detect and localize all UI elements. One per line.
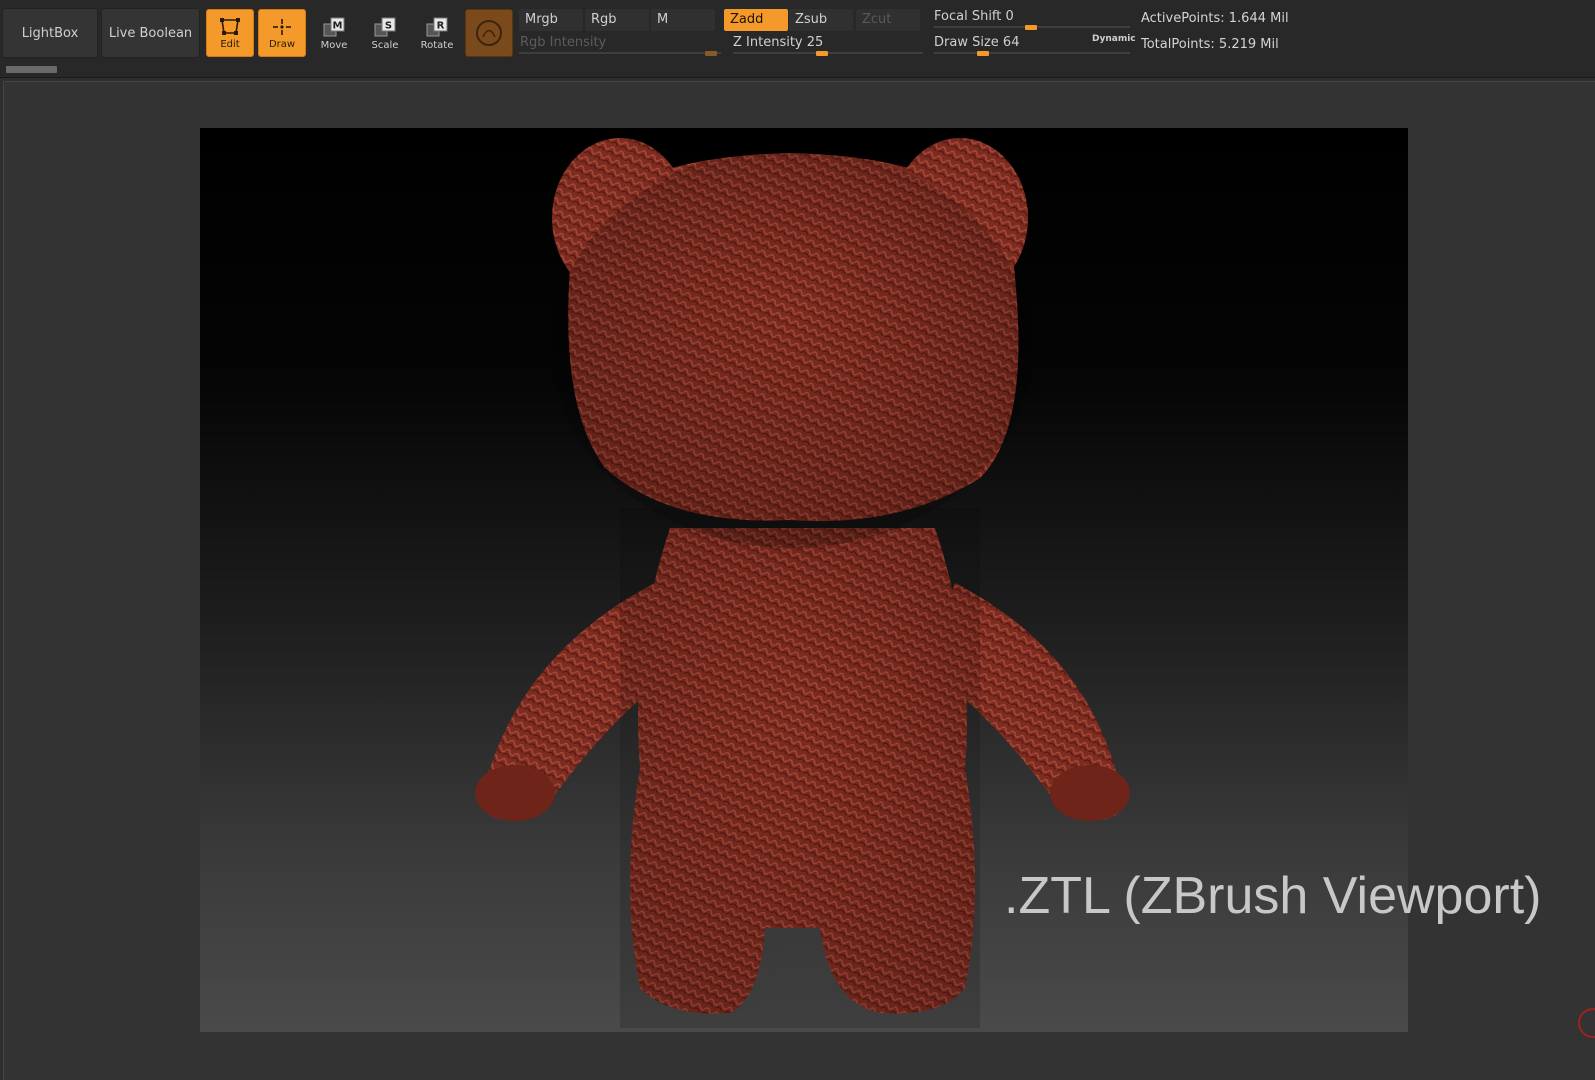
lightbox-label: LightBox (21, 25, 79, 41)
live-boolean-label: Live Boolean (108, 25, 193, 41)
zsub-button[interactable]: Zsub (789, 9, 853, 31)
focal-shift-value: 0 (1005, 9, 1014, 24)
material-sphere-icon (476, 20, 502, 46)
dynamic-toggle[interactable]: Dynamic (1092, 34, 1136, 44)
z-intensity-slider[interactable]: Z Intensity 25 (733, 34, 923, 56)
edit-icon (220, 17, 240, 35)
rotate-icon: R (426, 17, 448, 36)
rgb-label: Rgb (591, 12, 617, 27)
rgb-intensity-label: Rgb Intensity (520, 35, 607, 50)
rotate-icon-letter: R (437, 20, 445, 31)
edit-button[interactable]: Edit (206, 9, 254, 57)
scale-button[interactable]: S Scale (361, 9, 409, 57)
z-intensity-knob[interactable] (816, 51, 828, 56)
mrgb-button[interactable]: Mrgb (519, 9, 583, 31)
mrgb-label: Mrgb (525, 12, 558, 27)
m-button[interactable]: M (651, 9, 715, 31)
top-toolbar: LightBox Live Boolean Edit Draw M Move S… (0, 0, 1595, 78)
edit-label: Edit (220, 38, 240, 50)
scale-icon: S (374, 17, 396, 36)
focal-shift-slider[interactable]: Focal Shift 0 (934, 8, 1130, 30)
move-icon: M (323, 17, 345, 36)
zcut-button[interactable]: Zcut (856, 9, 920, 31)
lightbox-button[interactable]: LightBox (2, 8, 98, 58)
live-boolean-button[interactable]: Live Boolean (101, 8, 200, 58)
focal-shift-label: Focal Shift (934, 9, 1002, 24)
rgb-intensity-knob[interactable] (705, 51, 717, 56)
draw-icon (273, 18, 291, 35)
scale-icon-letter: S (385, 20, 392, 31)
move-icon-letter: M (333, 20, 343, 31)
draw-size-label: Draw Size (934, 35, 999, 50)
rgb-button[interactable]: Rgb (585, 9, 649, 31)
rotate-label: Rotate (420, 39, 454, 51)
draw-size-knob[interactable] (977, 51, 989, 56)
zadd-label: Zadd (730, 12, 764, 27)
scale-label: Scale (371, 39, 399, 51)
shelf-scrollbar-thumb[interactable] (6, 66, 57, 73)
viewport-caption: .ZTL (ZBrush Viewport) (1004, 867, 1542, 925)
draw-button[interactable]: Draw (258, 9, 306, 57)
rotate-button[interactable]: R Rotate (413, 9, 461, 57)
m-label: M (657, 12, 669, 27)
move-label: Move (320, 39, 348, 51)
move-button[interactable]: M Move (310, 9, 358, 57)
zcut-label: Zcut (862, 12, 892, 27)
draw-label: Draw (268, 38, 296, 50)
total-points-readout: TotalPoints: 5.219 Mil (1141, 37, 1279, 52)
focal-shift-knob[interactable] (1025, 25, 1037, 30)
zadd-button[interactable]: Zadd (724, 9, 788, 31)
rgb-intensity-slider[interactable]: Rgb Intensity (519, 34, 721, 56)
draw-size-value: 64 (1002, 35, 1020, 50)
z-intensity-label: Z Intensity (733, 35, 803, 50)
active-points-readout: ActivePoints: 1.644 Mil (1141, 11, 1289, 26)
material-button[interactable] (465, 9, 513, 57)
z-intensity-value: 25 (806, 35, 824, 50)
zsub-label: Zsub (795, 12, 828, 27)
